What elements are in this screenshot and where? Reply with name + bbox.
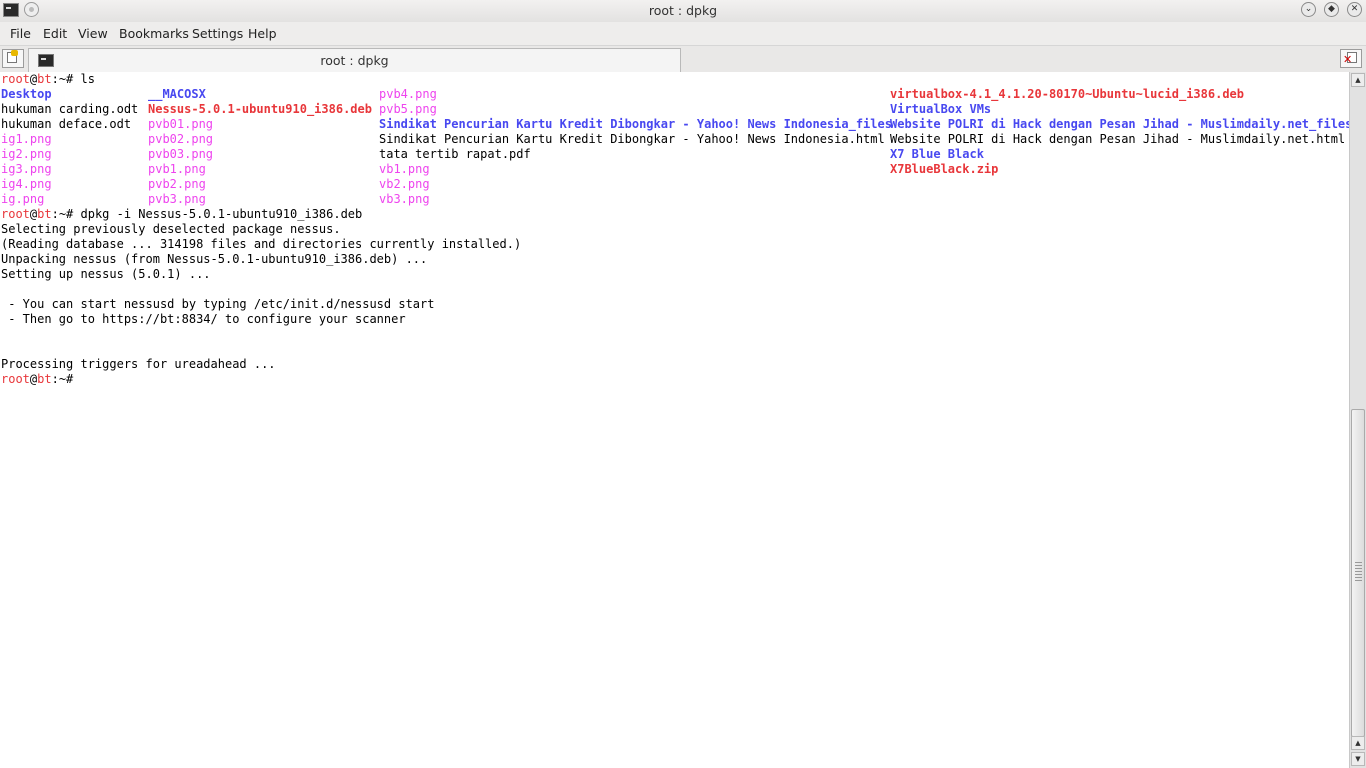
menu-edit[interactable]: Edit [43, 26, 67, 41]
scroll-up-button[interactable]: ▲ [1351, 73, 1365, 87]
tab-label: root : dpkg [320, 53, 389, 68]
prompt-line: root@bt:~# ls [1, 72, 95, 87]
command-text: dpkg -i Nessus-5.0.1-ubuntu910_i386.deb [80, 207, 363, 221]
output-line: (Reading database ... 314198 files and d… [1, 237, 522, 251]
scroll-down-button[interactable]: ▼ [1351, 752, 1365, 766]
minimize-button[interactable]: ⌄ [1301, 2, 1316, 17]
prompt-host: bt [37, 207, 52, 221]
prompt-path: :~# [51, 207, 81, 221]
ls-entry: pvb3.png [148, 192, 206, 206]
ls-entry: Website POLRI di Hack dengan Pesan Jihad… [890, 117, 1349, 131]
ls-entry: vb1.png [379, 162, 430, 176]
chevron-down-icon: ⌄ [1304, 4, 1313, 14]
arrow-up-icon: ▲ [1355, 76, 1361, 84]
menu-settings[interactable]: Settings [192, 26, 243, 41]
ls-entry: pvb02.png [148, 132, 214, 146]
ls-entry: pvb4.png [379, 87, 437, 101]
menu-bar: File Edit View Bookmarks Settings Help [0, 22, 1366, 46]
vertical-scrollbar[interactable]: ▲ ▲ ▼ [1349, 72, 1366, 768]
output-line: - You can start nessusd by typing /etc/i… [1, 297, 435, 311]
new-star-icon [11, 50, 18, 56]
ls-entry: tata tertib rapat.pdf [379, 147, 531, 161]
ls-entry: hukuman deface.odt [1, 117, 132, 131]
ls-entry: VirtualBox VMs [890, 102, 992, 116]
ls-entry: hukuman carding.odt [1, 102, 139, 116]
ls-entry: ig2.png [1, 147, 52, 161]
close-button[interactable]: ✕ [1347, 2, 1362, 17]
terminal-output[interactable]: root@bt:~# ls Desktop __MACOSX pvb4.png vir… [0, 72, 1349, 768]
prompt-line: root@bt:~# dpkg -i Nessus-5.0.1-ubuntu91… [1, 207, 362, 222]
ls-entry: ig.png [1, 192, 45, 206]
close-icon: ✕ [1350, 4, 1359, 14]
ls-entry: ig1.png [1, 132, 52, 146]
output-line: Processing triggers for ureadahead ... [1, 357, 276, 371]
ls-entry: X7 Blue Black [890, 147, 984, 161]
new-tab-button[interactable] [2, 49, 24, 68]
prompt-user: root [1, 372, 30, 386]
menu-file[interactable]: File [10, 26, 31, 41]
maximize-button[interactable]: ◆ [1324, 2, 1339, 17]
close-tab-icon: ✕ [1343, 53, 1353, 66]
scroll-up-button-lower[interactable]: ▲ [1351, 736, 1365, 750]
ls-entry: vb2.png [379, 177, 430, 191]
output-line: Selecting previously deselected package … [1, 222, 341, 236]
arrow-down-icon: ▼ [1355, 755, 1361, 763]
prompt-line: root@bt:~# [1, 372, 81, 387]
restore-icon: ◆ [1328, 4, 1335, 14]
output-line: Unpacking nessus (from Nessus-5.0.1-ubun… [1, 252, 428, 266]
ls-entry: Nessus-5.0.1-ubuntu910_i386.deb [148, 102, 372, 116]
output-line: Setting up nessus (5.0.1) ... [1, 267, 211, 281]
grip-icon [1355, 562, 1362, 582]
prompt-user: root [1, 207, 30, 221]
ls-entry: X7BlueBlack.zip [890, 162, 999, 176]
ls-entry: pvb2.png [148, 177, 206, 191]
ls-entry: ig3.png [1, 162, 52, 176]
ls-entry: pvb5.png [379, 102, 437, 116]
ls-entry: pvb1.png [148, 162, 206, 176]
ls-entry: pvb03.png [148, 147, 214, 161]
arrow-up-icon: ▲ [1355, 739, 1361, 747]
ls-entry: Website POLRI di Hack dengan Pesan Jihad… [890, 132, 1346, 146]
menu-view[interactable]: View [78, 26, 108, 41]
command-text: ls [80, 72, 95, 86]
ls-entry: Sindikat Pencurian Kartu Kredit Dibongka… [379, 117, 892, 131]
prompt-path: :~# [51, 72, 81, 86]
ls-entry: ig4.png [1, 177, 52, 191]
prompt-host: bt [37, 372, 52, 386]
tab-bar: root : dpkg ✕ [0, 46, 1366, 73]
scrollbar-thumb[interactable] [1351, 409, 1365, 737]
output-line: - Then go to https://bt:8834/ to configu… [1, 312, 406, 326]
ls-entry: Desktop [1, 87, 52, 101]
ls-entry: pvb01.png [148, 117, 214, 131]
ls-entry: virtualbox-4.1_4.1.20-80170~Ubuntu~lucid… [890, 87, 1245, 101]
ls-entry: vb3.png [379, 192, 430, 206]
prompt-user: root [1, 72, 30, 86]
menu-bookmarks[interactable]: Bookmarks [119, 26, 189, 41]
tab-root-dpkg[interactable]: root : dpkg [28, 48, 681, 72]
menu-help[interactable]: Help [248, 26, 277, 41]
title-bar: root : dpkg ⌄ ◆ ✕ [0, 0, 1366, 23]
window-title: root : dpkg [648, 3, 718, 18]
prompt-host: bt [37, 72, 52, 86]
prompt-path: :~# [51, 372, 81, 386]
close-tab-button[interactable]: ✕ [1340, 49, 1362, 68]
ls-entry: Sindikat Pencurian Kartu Kredit Dibongka… [379, 132, 885, 146]
ls-entry: __MACOSX [148, 87, 206, 101]
